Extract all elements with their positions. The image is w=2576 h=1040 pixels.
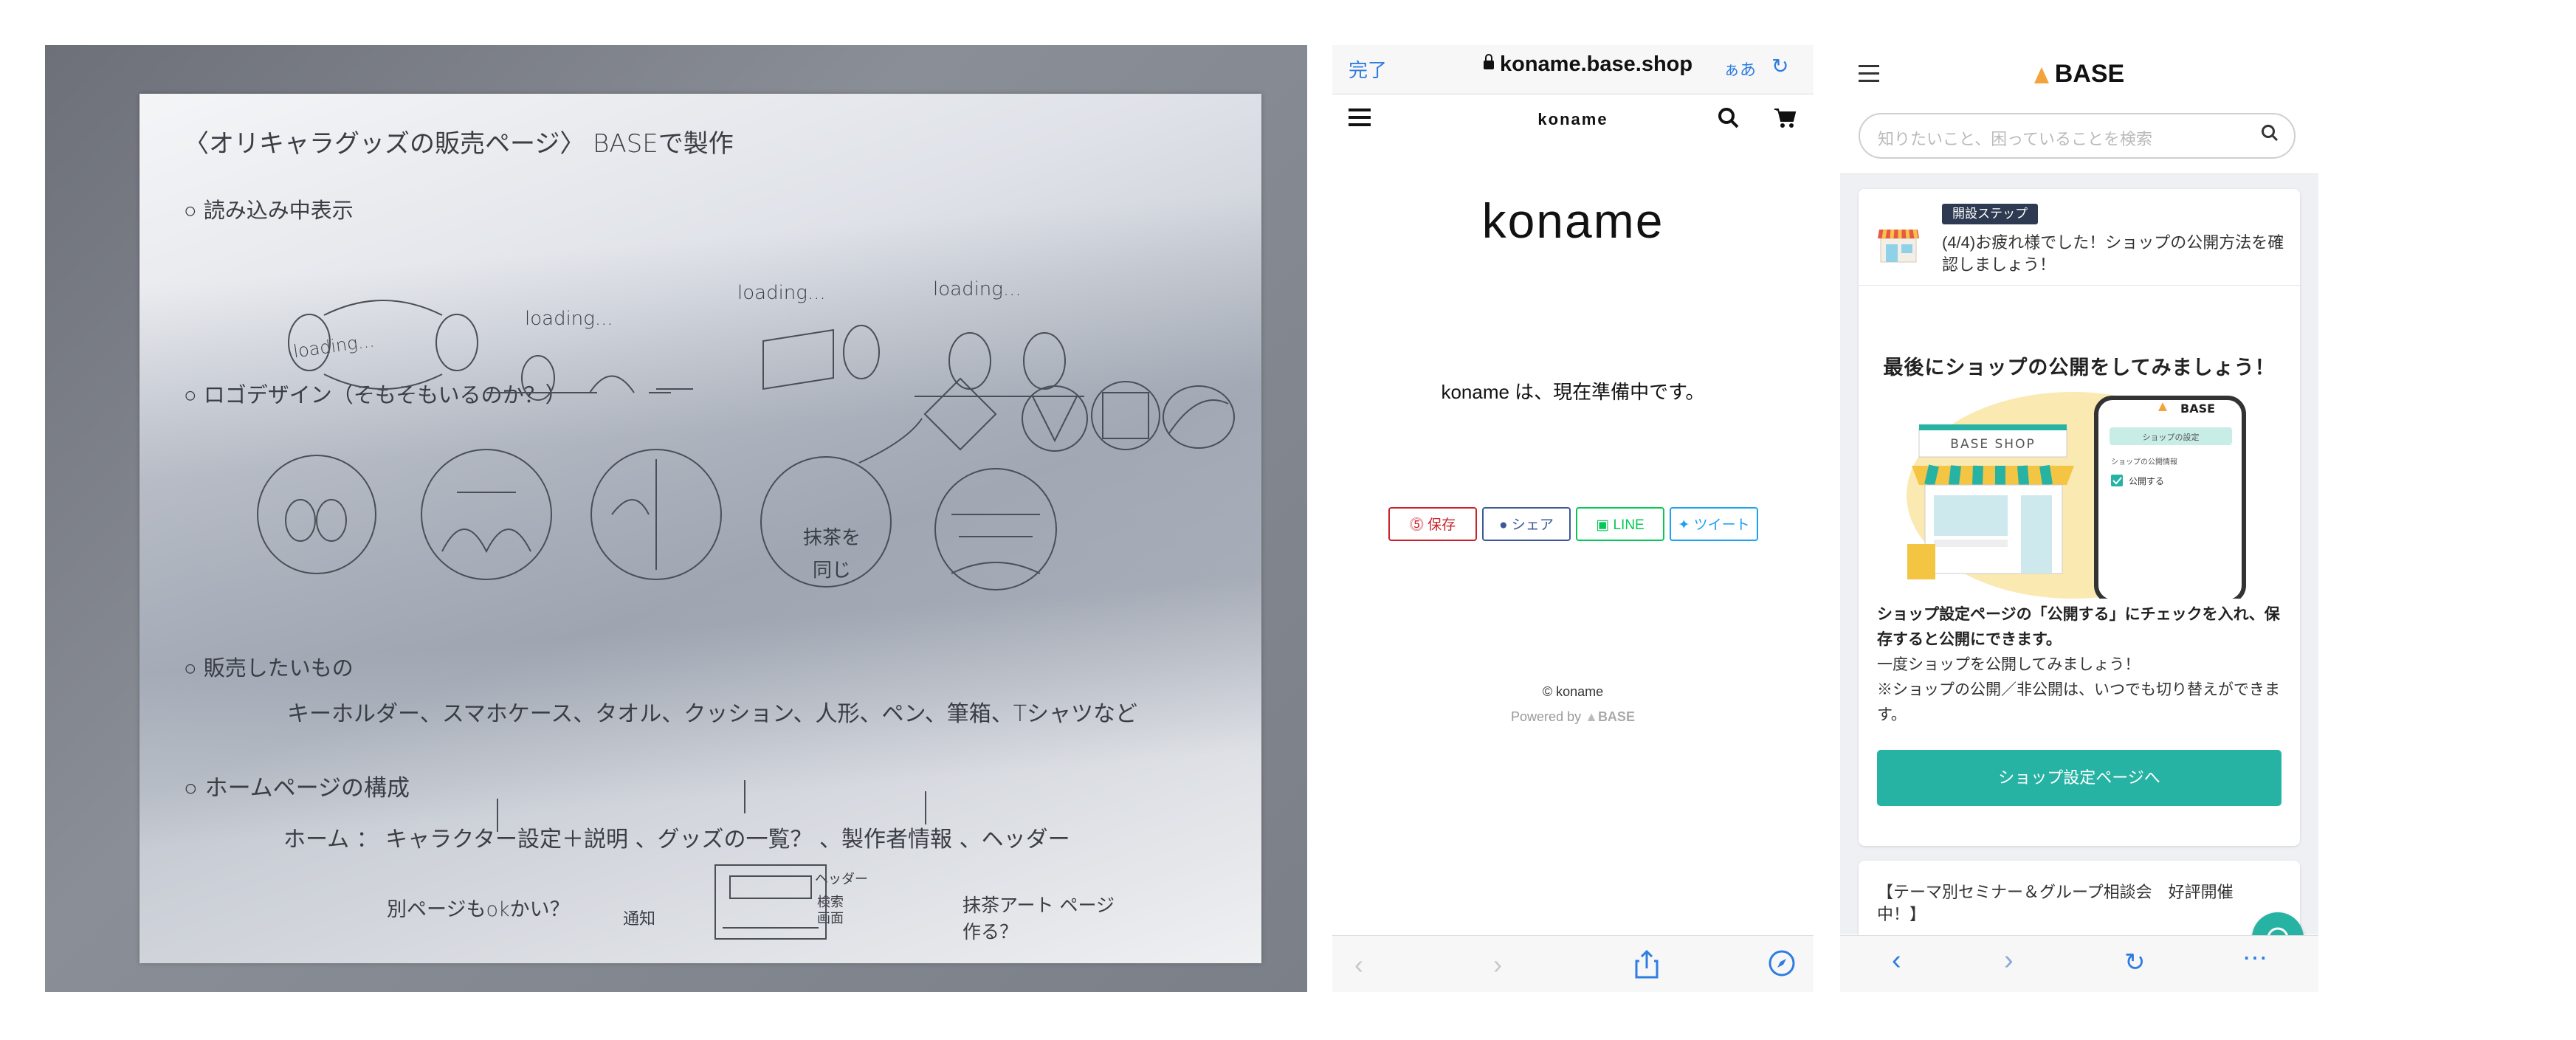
publish-description: ショップ設定ページの「公開する」にチェックを入れ、保存すると公開にできます。 一… — [1877, 602, 2287, 728]
base-app-screen: BASE 知りたいこと、困っていることを検索 開設ステップ (4/4)お疲れ様で… — [1840, 45, 2318, 992]
phone-tab-text: ショップの設定 — [2143, 432, 2200, 442]
base-logo[interactable]: BASE — [1840, 60, 2318, 89]
base-logo-text: BASE — [2054, 60, 2125, 88]
setup-step-card: 開設ステップ (4/4)お疲れ様でした！ショップの公開方法を確認しましょう！ 最… — [1859, 189, 2300, 846]
reload-icon[interactable]: ↻ — [1771, 54, 1788, 78]
facebook-icon: ● — [1499, 517, 1512, 533]
shop-header-name[interactable]: koname — [1332, 110, 1814, 129]
setup-step-badge: 開設ステップ — [1942, 204, 2038, 224]
safari-screen: 完了 koname.base.shop ぁあ ↻ koname koname k… — [1332, 45, 1814, 992]
line-icon: ▣ — [1596, 517, 1614, 533]
twitter-tweet-button[interactable]: ✦ ツイート — [1670, 507, 1758, 541]
search-icon[interactable] — [2260, 123, 2279, 148]
help-search-bar: 知りたいこと、困っていることを検索 — [1840, 104, 2318, 174]
line-label: LINE — [1613, 517, 1645, 533]
preparing-message: koname は、現在準備中です。 — [1441, 381, 1705, 403]
base-logo-icon: ▲ — [1585, 709, 1598, 724]
forward-icon[interactable]: › — [2004, 945, 2014, 977]
app-browser-toolbar: ‹ › ↻ ⋯ — [1840, 935, 2318, 992]
more-icon[interactable]: ⋯ — [2242, 943, 2267, 973]
divider — [1859, 285, 2300, 286]
help-search-input[interactable]: 知りたいこと、困っていることを検索 — [1859, 113, 2296, 159]
compass-icon[interactable] — [1768, 949, 1796, 984]
publish-description-line2: 一度ショップを公開してみましょう！ — [1877, 656, 2141, 673]
text-size-button[interactable]: ぁあ — [1723, 57, 1756, 80]
pinterest-label: 保存 — [1428, 517, 1456, 533]
facebook-label: シェア — [1511, 517, 1554, 533]
publish-heading: 最後にショップの公開をしてみましょう！ — [1883, 357, 2276, 379]
cart-icon[interactable] — [1773, 107, 1797, 134]
line-share-button[interactable]: ▣ LINE — [1576, 507, 1664, 541]
done-button[interactable]: 完了 — [1349, 55, 1387, 83]
lock-icon — [1484, 54, 1494, 69]
powered-by[interactable]: Powered by ▲BASE — [1332, 709, 1814, 725]
facebook-share-button[interactable]: ● シェア — [1482, 507, 1571, 541]
pinterest-save-button[interactable]: ⓹ 保存 — [1388, 507, 1477, 541]
search-icon[interactable] — [1718, 107, 1740, 134]
shop-sign-text: BASE SHOP — [1950, 437, 2035, 452]
twitter-icon: ✦ — [1678, 517, 1694, 533]
shop-icon — [1876, 222, 1921, 265]
phone-logo-text: BASE — [2180, 402, 2215, 416]
sketch-drawings — [257, 300, 1235, 940]
twitter-label: ツイート — [1693, 517, 1750, 533]
phone-checkbox-text: 公開する — [2129, 476, 2164, 486]
url-field[interactable]: koname.base.shop — [1484, 52, 1692, 77]
shop-settings-button[interactable]: ショップ設定ページへ — [1877, 750, 2281, 806]
sketch-photo: 〈オリキャラグッズの販売ページ〉 BASEで製作 ○ 読み込み中表示 loadi… — [45, 45, 1307, 992]
powered-by-text: Powered by — [1511, 709, 1582, 724]
publish-description-bold: ショップ設定ページの「公開する」にチェックを入れ、保存すると公開にできます。 — [1877, 606, 2280, 648]
seminar-text: 【テーマ別セミナー＆グループ相談会 好評開催中！】 — [1877, 883, 2234, 923]
copyright: © koname — [1542, 684, 1604, 699]
shop-title: koname — [1481, 193, 1664, 248]
share-icon[interactable] — [1635, 949, 1659, 985]
publish-illustration: BASE SHOP BASE ショップの設定 ショップの公開情報 公開する — [1907, 392, 2246, 599]
back-icon[interactable]: ‹ — [1892, 945, 1901, 977]
url-text: koname.base.shop — [1500, 52, 1693, 76]
base-app-header: BASE — [1840, 45, 2318, 104]
reload-icon[interactable]: ↻ — [2124, 948, 2146, 977]
share-buttons: ⓹ 保存 ● シェア ▣ LINE ✦ ツイート — [1388, 507, 1772, 543]
back-icon[interactable]: ‹ — [1354, 949, 1363, 980]
safari-address-bar: 完了 koname.base.shop ぁあ ↻ — [1332, 45, 1814, 94]
powered-brand: BASE — [1597, 709, 1635, 724]
sketch-paper: 〈オリキャラグッズの販売ページ〉 BASEで製作 ○ 読み込み中表示 loadi… — [140, 94, 1261, 963]
search-placeholder: 知りたいこと、困っていることを検索 — [1878, 130, 2153, 148]
pinterest-icon: ⓹ — [1409, 517, 1428, 533]
setup-step-text[interactable]: (4/4)お疲れ様でした！ショップの公開方法を確認しましょう！ — [1942, 232, 2289, 276]
base-logo-icon — [2033, 67, 2049, 83]
phone-section-text: ショップの公開情報 — [2111, 457, 2177, 466]
base-app-content: 開設ステップ (4/4)お疲れ様でした！ショップの公開方法を確認しましょう！ 最… — [1840, 174, 2318, 964]
publish-description-line3: ※ショップの公開／非公開は、いつでも切り替えができます。 — [1877, 681, 2280, 723]
forward-icon[interactable]: › — [1493, 949, 1502, 980]
safari-toolbar: ‹ › — [1332, 935, 1814, 992]
